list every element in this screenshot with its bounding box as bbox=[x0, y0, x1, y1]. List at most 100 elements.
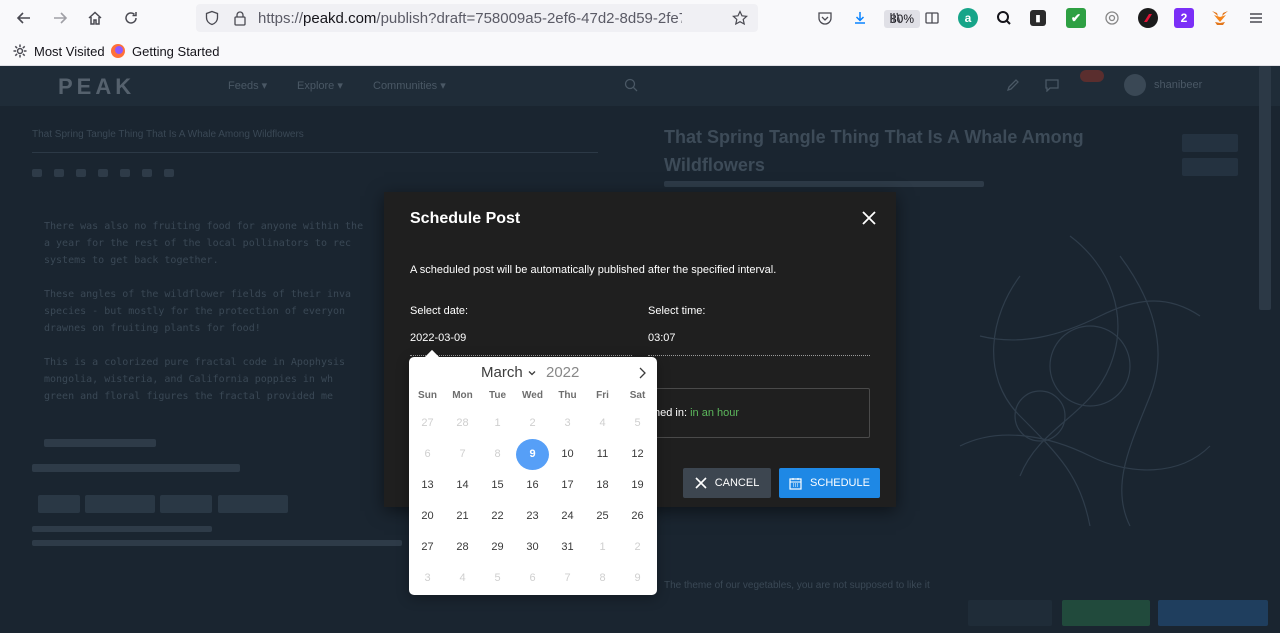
quote-icon[interactable] bbox=[164, 169, 174, 177]
reader-icon[interactable] bbox=[922, 8, 942, 28]
pencil-icon[interactable] bbox=[1006, 78, 1020, 92]
checkmark-extension-icon[interactable]: ✔ bbox=[1066, 8, 1086, 28]
strike-icon[interactable] bbox=[98, 169, 108, 177]
calendar-day[interactable]: 14 bbox=[446, 470, 479, 501]
link-icon[interactable] bbox=[120, 169, 130, 177]
download-icon[interactable] bbox=[850, 8, 870, 28]
lock-icon[interactable] bbox=[233, 10, 247, 26]
tag-chip[interactable] bbox=[218, 495, 288, 513]
calendar-day[interactable]: 22 bbox=[481, 501, 514, 532]
schedule-button[interactable]: SCHEDULE bbox=[779, 468, 880, 498]
page-scrollbar[interactable] bbox=[1259, 66, 1271, 310]
tag-chip[interactable] bbox=[85, 495, 155, 513]
calendar-day[interactable]: 7 bbox=[551, 563, 584, 594]
calendar-day[interactable]: 8 bbox=[586, 563, 619, 594]
chat-icon[interactable] bbox=[1044, 78, 1060, 92]
calendar-day[interactable]: 4 bbox=[446, 563, 479, 594]
pocket-icon[interactable] bbox=[815, 8, 835, 28]
calendar-day[interactable]: 6 bbox=[411, 439, 444, 470]
calendar-day[interactable]: 8 bbox=[481, 439, 514, 470]
date-input[interactable]: 2022-03-09 bbox=[410, 332, 632, 356]
notification-badge[interactable] bbox=[1080, 70, 1104, 82]
list-icon[interactable] bbox=[142, 169, 152, 177]
calendar-day[interactable]: 17 bbox=[551, 470, 584, 501]
cancel-button[interactable]: CANCEL bbox=[683, 468, 771, 498]
calendar-day[interactable]: 28 bbox=[446, 408, 479, 439]
calendar-day[interactable]: 3 bbox=[551, 408, 584, 439]
calendar-day[interactable]: 27 bbox=[411, 408, 444, 439]
search-extension-icon[interactable] bbox=[994, 8, 1014, 28]
address-bar[interactable]: https://peakd.com/publish?draft=758009a5… bbox=[196, 4, 921, 32]
metamask-icon[interactable] bbox=[1210, 8, 1230, 28]
calendar-day[interactable]: 31 bbox=[551, 532, 584, 563]
tag-chip[interactable] bbox=[160, 495, 212, 513]
calendar-day[interactable]: 27 bbox=[411, 532, 444, 563]
heading-icon[interactable] bbox=[76, 169, 86, 177]
calendar-day[interactable]: 5 bbox=[621, 408, 654, 439]
calendar-day[interactable]: 4 bbox=[586, 408, 619, 439]
calendar-day[interactable]: 2 bbox=[516, 408, 549, 439]
calendar-day[interactable]: 18 bbox=[586, 470, 619, 501]
hamburger-menu-icon[interactable] bbox=[1246, 8, 1266, 28]
avatar[interactable] bbox=[1124, 74, 1146, 96]
back-button[interactable] bbox=[12, 6, 36, 30]
publish-button[interactable] bbox=[1158, 600, 1268, 626]
extension-a-icon[interactable]: a bbox=[958, 8, 978, 28]
search-icon[interactable] bbox=[624, 78, 638, 92]
calendar-day[interactable]: 10 bbox=[551, 439, 584, 470]
extension-dark-icon[interactable]: ▮ bbox=[1030, 10, 1046, 26]
star-bookmark-icon[interactable] bbox=[732, 10, 748, 26]
reload-button[interactable] bbox=[119, 6, 143, 30]
calendar-day[interactable]: 24 bbox=[551, 501, 584, 532]
bold-icon[interactable] bbox=[32, 169, 42, 177]
calendar-day[interactable]: 19 bbox=[621, 470, 654, 501]
calendar-day[interactable]: 5 bbox=[481, 563, 514, 594]
headphones-extension-icon[interactable] bbox=[1102, 8, 1122, 28]
save-draft-button[interactable] bbox=[1062, 600, 1150, 626]
nav-explore[interactable]: Explore ▾ bbox=[297, 79, 343, 92]
home-button[interactable] bbox=[83, 6, 107, 30]
calendar-day[interactable]: 15 bbox=[481, 470, 514, 501]
calendar-day[interactable]: 21 bbox=[446, 501, 479, 532]
preview-button[interactable] bbox=[968, 600, 1052, 626]
calendar-day-selected[interactable]: 9 bbox=[516, 439, 549, 470]
calendar-day[interactable]: 9 bbox=[621, 563, 654, 594]
url-text[interactable]: https://peakd.com/publish?draft=758009a5… bbox=[258, 10, 682, 27]
edit-mode-button[interactable] bbox=[1182, 134, 1238, 152]
next-month-button[interactable] bbox=[635, 366, 649, 380]
nav-feeds[interactable]: Feeds ▾ bbox=[228, 79, 267, 92]
time-input[interactable]: 03:07 bbox=[648, 332, 870, 356]
forward-button[interactable] bbox=[48, 6, 72, 30]
calendar-day[interactable]: 20 bbox=[411, 501, 444, 532]
library-icon[interactable] bbox=[886, 8, 906, 28]
calendar-day[interactable]: 7 bbox=[446, 439, 479, 470]
calendar-day[interactable]: 23 bbox=[516, 501, 549, 532]
site-logo[interactable]: PEAK bbox=[58, 74, 135, 100]
calendar-day[interactable]: 13 bbox=[411, 470, 444, 501]
calendar-day[interactable]: 16 bbox=[516, 470, 549, 501]
calendar-day[interactable]: 25 bbox=[586, 501, 619, 532]
month-select[interactable]: March bbox=[481, 364, 537, 381]
bookmark-getting-started[interactable]: Getting Started bbox=[110, 43, 219, 59]
calendar-day[interactable]: 26 bbox=[621, 501, 654, 532]
hive-extension-icon[interactable] bbox=[1138, 8, 1158, 28]
calendar-day[interactable]: 1 bbox=[481, 408, 514, 439]
shield-icon[interactable] bbox=[204, 10, 220, 26]
tags-mode-button[interactable] bbox=[1182, 158, 1238, 176]
calendar-day[interactable]: 1 bbox=[586, 532, 619, 563]
calendar-day[interactable]: 12 bbox=[621, 439, 654, 470]
year-input[interactable]: 2022 bbox=[546, 364, 579, 381]
calendar-day[interactable]: 3 bbox=[411, 563, 444, 594]
close-button[interactable] bbox=[860, 209, 878, 227]
calendar-day[interactable]: 6 bbox=[516, 563, 549, 594]
calendar-day[interactable]: 28 bbox=[446, 532, 479, 563]
nav-communities[interactable]: Communities ▾ bbox=[373, 79, 446, 92]
calendar-day[interactable]: 11 bbox=[586, 439, 619, 470]
post-title-input[interactable]: That Spring Tangle Thing That Is A Whale… bbox=[32, 129, 304, 140]
account-name[interactable]: shanibeer bbox=[1154, 79, 1202, 91]
calendar-day[interactable]: 30 bbox=[516, 532, 549, 563]
calendar-day[interactable]: 2 bbox=[621, 532, 654, 563]
tag-chip[interactable] bbox=[38, 495, 80, 513]
extension-2-icon[interactable]: 2 bbox=[1174, 8, 1194, 28]
bookmark-most-visited[interactable]: Most Visited bbox=[12, 43, 105, 59]
